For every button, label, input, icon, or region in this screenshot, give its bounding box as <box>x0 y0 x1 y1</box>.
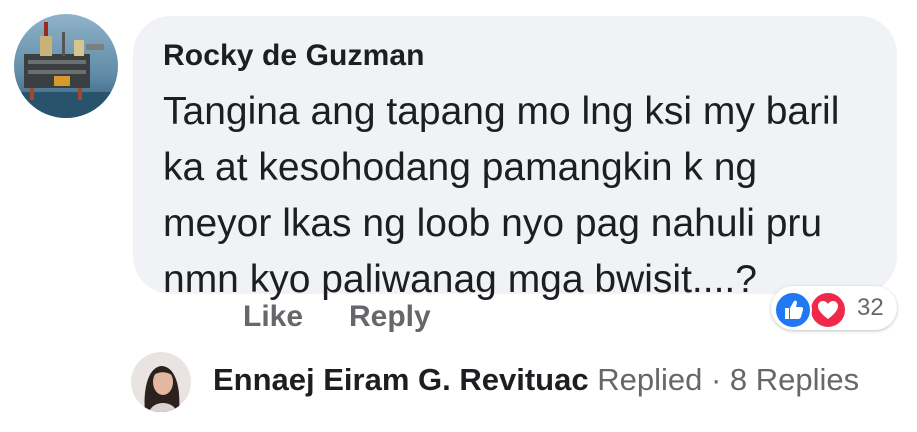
replied-label: Replied <box>588 362 703 397</box>
reply-count: 8 Replies <box>729 362 860 397</box>
separator-dot: · <box>702 362 730 397</box>
like-button[interactable]: Like <box>243 300 303 334</box>
replier-name: Ennaej Eiram G. Revituac <box>213 362 589 397</box>
comment-text-line: ka at kesohodang pamangkin k ng <box>163 146 758 189</box>
replier-avatar[interactable] <box>131 352 191 412</box>
person-avatar-icon <box>131 352 191 412</box>
comment-text: Tangina ang tapang mo lng ksi my baril k… <box>163 84 883 308</box>
oil-rig-avatar-icon <box>14 14 118 118</box>
comment-author-name[interactable]: Rocky de Guzman <box>163 39 425 73</box>
reaction-count: 32 <box>857 294 884 321</box>
comment-text-line: meyor lkas ng loob nyo pag nahuli pru <box>163 202 823 245</box>
comment-bubble: Rocky de Guzman Tangina ang tapang mo ln… <box>133 16 897 301</box>
author-avatar[interactable] <box>14 14 118 118</box>
comment-text-line: Tangina ang tapang mo lng ksi my baril <box>163 90 840 133</box>
reactions-summary[interactable]: 32 <box>771 286 897 330</box>
view-replies-link[interactable]: Ennaej Eiram G. Revituac Replied · 8 Rep… <box>213 362 859 398</box>
reply-button[interactable]: Reply <box>349 300 431 334</box>
like-reaction-icon <box>774 291 812 329</box>
comment-thread: Rocky de Guzman Tangina ang tapang mo ln… <box>0 0 917 432</box>
love-reaction-icon <box>809 291 847 329</box>
